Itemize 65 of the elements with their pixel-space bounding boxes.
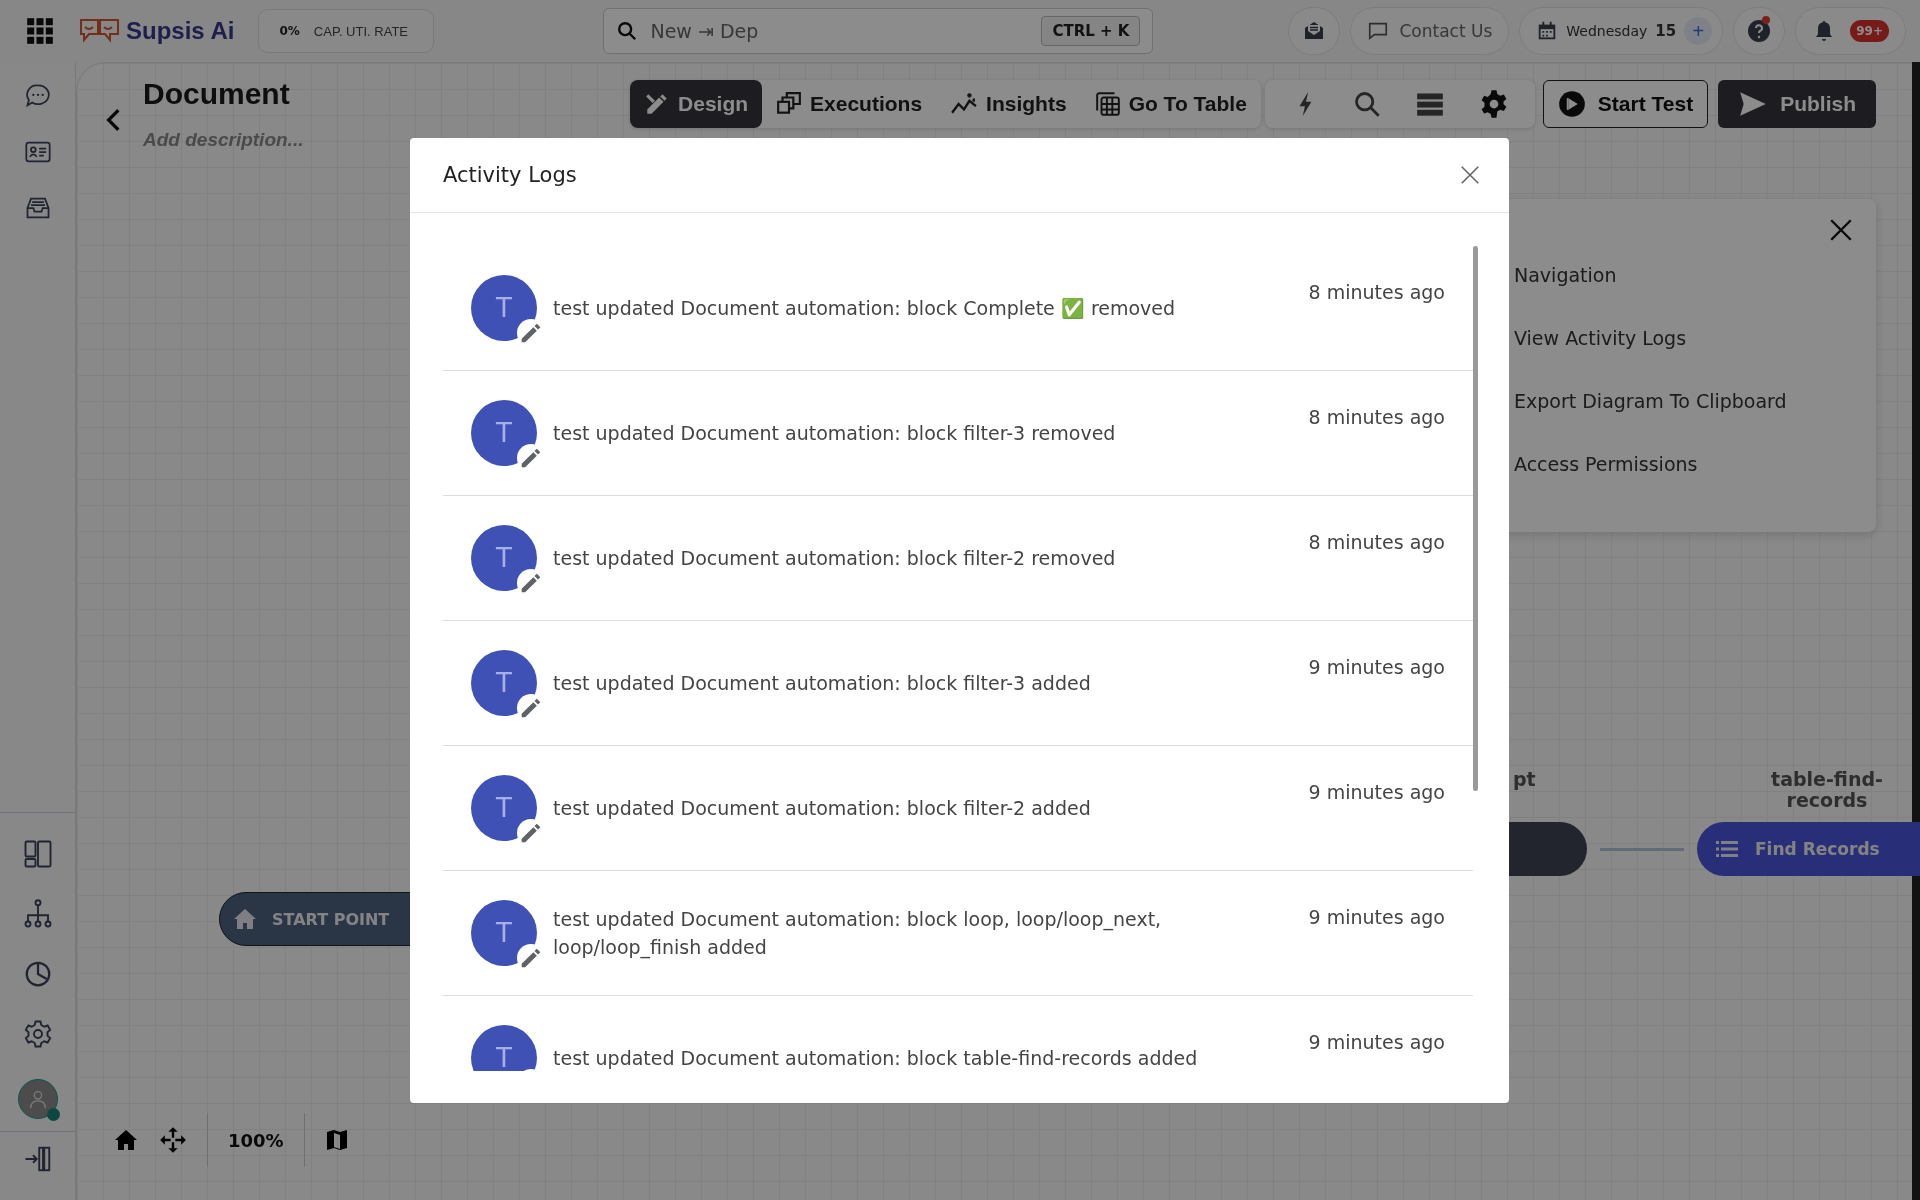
dialog-title: Activity Logs [443, 163, 577, 187]
menu-item[interactable]: Navigation [1514, 263, 1876, 287]
view-tab[interactable]: Insights [936, 80, 1081, 128]
date-day: Wednesday [1566, 23, 1648, 39]
start-test-button[interactable]: Start Test [1542, 80, 1709, 128]
search-icon[interactable] [1352, 90, 1381, 118]
log-message: test updated Document automation: block filter-2 added [553, 796, 1092, 821]
close-icon[interactable] [1828, 217, 1854, 243]
log-time: 9 minutes ago [1308, 1030, 1445, 1055]
log-time: 9 minutes ago [1308, 905, 1445, 930]
document-title: Document [143, 77, 291, 111]
contact-us-button[interactable]: Contact Us [1350, 7, 1510, 55]
publish-button[interactable]: Publish [1718, 80, 1876, 128]
home-icon [232, 907, 258, 931]
apps-grid-icon[interactable] [26, 17, 54, 45]
log-time: 8 minutes ago [1308, 405, 1445, 430]
log-message: test updated Document automation: block Complete ✅ removed [553, 296, 1177, 321]
search-field[interactable]: New ⇥ Dep CTRL + K [603, 8, 1154, 54]
move-icon[interactable] [159, 1126, 187, 1154]
menu-item[interactable]: Export Diagram To Clipboard [1514, 389, 1876, 413]
view-tab[interactable]: Design [630, 80, 763, 128]
user-avatar[interactable] [17, 1079, 58, 1119]
capacity-rate-pill: 0% CAP. UTI. RATE [258, 9, 435, 53]
search-input[interactable]: New ⇥ Dep [648, 19, 1032, 43]
scrollbar[interactable] [1912, 62, 1920, 1200]
table-icon [1094, 91, 1121, 117]
user-avatar: T [471, 1025, 537, 1071]
notification-count: 99+ [1850, 20, 1889, 42]
help-icon [1747, 19, 1772, 43]
log-time: 8 minutes ago [1308, 530, 1445, 555]
scrollbar-thumb[interactable] [1473, 246, 1478, 791]
mail-button[interactable] [1288, 7, 1341, 55]
layout-icon[interactable] [22, 839, 53, 869]
log-message: test updated Document automation: block filter-3 removed [553, 421, 1117, 446]
view-tab[interactable]: Executions [762, 80, 937, 128]
log-message: test updated Document automation: block loop, loop/loop_next, loop/loop_finish added [553, 907, 1163, 961]
settings-icon[interactable] [22, 1019, 53, 1049]
zoom-level: 100% [228, 1129, 284, 1151]
home-icon[interactable] [113, 1128, 139, 1152]
date-number: 15 [1655, 22, 1677, 40]
log-time: 9 minutes ago [1308, 780, 1445, 805]
search-icon [616, 20, 639, 42]
node-caption: pt [1513, 769, 1536, 790]
play-icon [1557, 90, 1586, 118]
menu-item[interactable]: Access Permissions [1514, 452, 1876, 476]
menu-item[interactable]: View Activity Logs [1514, 326, 1876, 350]
chat-icon[interactable] [23, 82, 52, 110]
close-icon[interactable] [1459, 164, 1481, 186]
flow-node[interactable]: Find Records [1697, 822, 1920, 876]
stacked-windows-icon [776, 91, 803, 117]
help-button[interactable] [1733, 7, 1786, 55]
map-icon[interactable] [324, 1127, 349, 1153]
hierarchy-icon[interactable] [22, 899, 53, 929]
log-message: test updated Document automation: block filter-3 added [553, 671, 1092, 696]
log-message: test updated Document automation: block table-find-records added [553, 1046, 1199, 1071]
brand-name: Supsis Ai [126, 17, 235, 45]
node-caption: table-find-records [1770, 769, 1884, 811]
add-button[interactable]: + [1684, 17, 1713, 45]
log-time: 9 minutes ago [1308, 655, 1445, 680]
online-dot [46, 1108, 60, 1121]
view-tab[interactable]: Go To Table [1080, 80, 1261, 128]
log-time: 8 minutes ago [1308, 280, 1445, 305]
speech-bubble-icon [1367, 20, 1390, 42]
shortcut-key: CTRL + K [1041, 16, 1141, 46]
log-message: test updated Document automation: block filter-2 removed [553, 546, 1117, 571]
